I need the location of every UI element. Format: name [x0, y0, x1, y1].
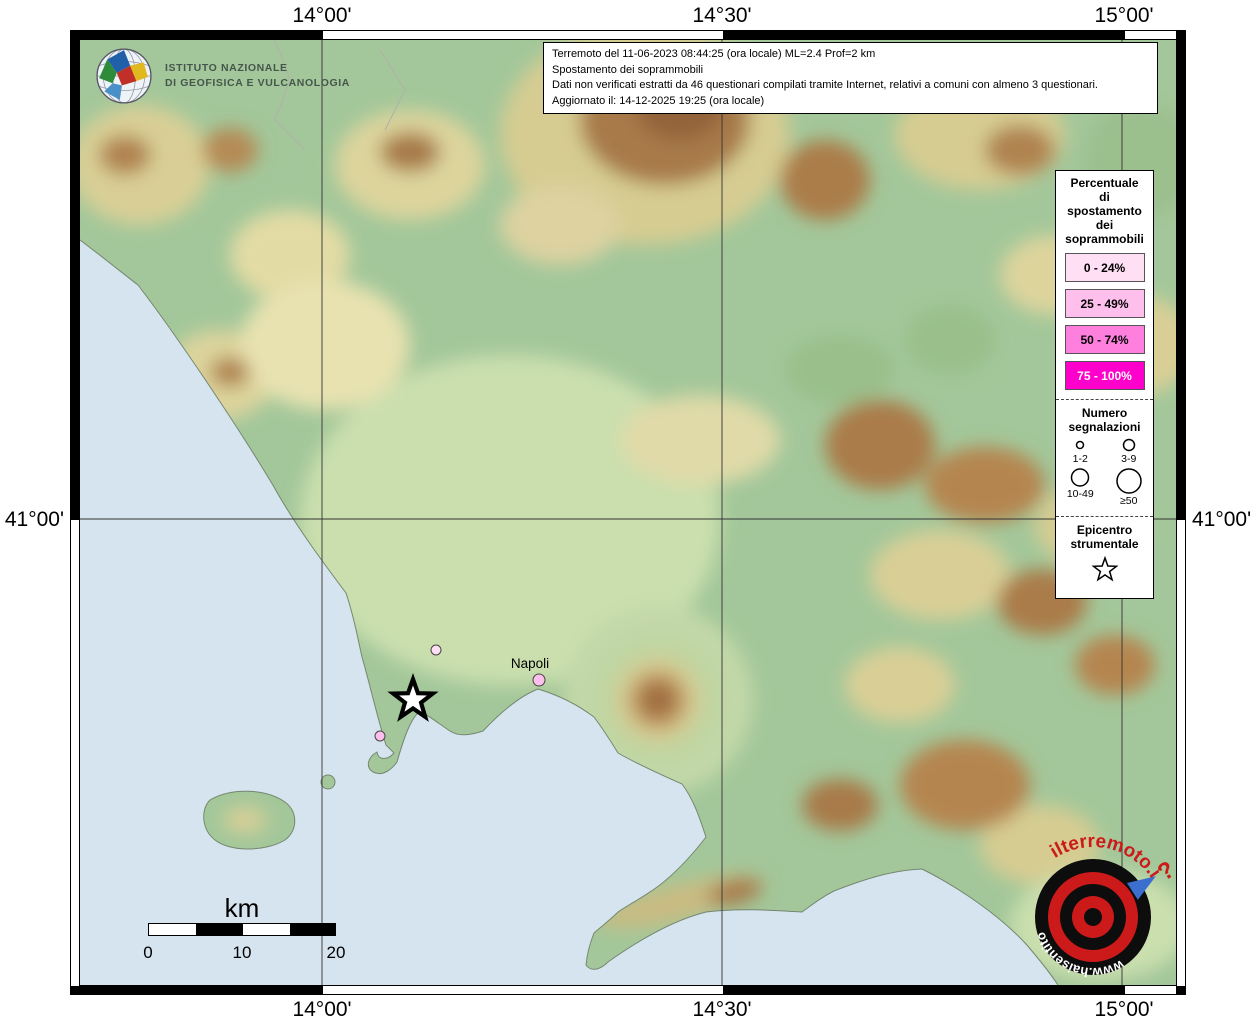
scale-bar-segments: [148, 923, 336, 936]
felt-report-dot: [533, 674, 545, 686]
signal-size-circle-icon: [1063, 467, 1097, 488]
lon-label-bottom-1430: 14°30': [692, 998, 751, 1022]
signal-size-item: 10-49: [1056, 467, 1105, 507]
question-mark-icon: ?: [1153, 856, 1180, 887]
legend-class-swatch: 25 - 49%: [1065, 289, 1145, 318]
legend-signal-sizes: 1-2 3-9 10-49 ≥50: [1056, 437, 1153, 507]
legend-class-swatch: 75 - 100%: [1065, 361, 1145, 390]
signal-size-circle-icon: [1063, 437, 1097, 453]
legend-epicenter-star-icon: [1088, 555, 1122, 585]
scale-tick-0: 0: [143, 943, 152, 963]
felt-report-dot: [375, 731, 385, 741]
signal-size-label: ≥50: [1120, 495, 1137, 507]
event-info-line-2: Spostamento dei soprammobili: [552, 63, 1149, 79]
lat-label-left-4100: 41°00': [0, 508, 64, 532]
lon-label-top-1430: 14°30': [692, 4, 751, 28]
legend-box: Percentuale di spostamento dei soprammob…: [1055, 170, 1154, 599]
signal-size-item: 3-9: [1105, 437, 1154, 465]
legend-class-swatch: 0 - 24%: [1065, 253, 1145, 282]
scale-tick-20: 20: [327, 943, 346, 963]
signal-size-circle-icon: [1112, 437, 1146, 453]
event-info-line-4: Aggiornato il: 14-12-2025 19:25 (ora loc…: [552, 94, 1149, 110]
signal-size-label: 1-2: [1073, 453, 1088, 465]
legend-percent-title: Percentuale di spostamento dei soprammob…: [1056, 176, 1153, 246]
event-info-box: Terremoto del 11-06-2023 08:44:25 (ora l…: [543, 42, 1158, 114]
lon-label-top-1400: 14°00': [292, 4, 351, 28]
ingv-globe-icon: [95, 47, 153, 105]
macroseismic-map-page: Napoli 14°00' 14°30' 15°00' 14°00' 14°30…: [0, 0, 1256, 1024]
ingv-name-line-1: ISTITUTO NAZIONALE: [165, 61, 350, 76]
map-frame-left: [70, 30, 80, 995]
event-info-line-3: Dati non verificati estratti da 46 quest…: [552, 78, 1149, 94]
legend-signals-title: Numero segnalazioni: [1056, 406, 1153, 434]
haisentitoilterremoto-logo: ilterremoto.it www.haisentito ?: [998, 822, 1188, 1017]
legend-class-swatch: 50 - 74%: [1065, 325, 1145, 354]
lat-label-right-4100: 41°00': [1192, 508, 1251, 532]
ingv-name-line-2: DI GEOFISICA E VULCANOLOGIA: [165, 76, 350, 91]
map-frame-top: [70, 30, 1186, 40]
event-info-line-1: Terremoto del 11-06-2023 08:44:25 (ora l…: [552, 47, 1149, 63]
legend-separator: [1056, 399, 1153, 400]
signal-size-item: 1-2: [1056, 437, 1105, 465]
signal-size-circle-icon: [1112, 467, 1146, 495]
legend-class-list: 0 - 24% 25 - 49% 50 - 74% 75 - 100%: [1056, 253, 1153, 390]
signal-size-label: 10-49: [1067, 488, 1094, 500]
legend-separator: [1056, 516, 1153, 517]
scale-tick-10: 10: [233, 943, 252, 963]
scale-bar-unit: km: [225, 893, 260, 924]
lon-label-bottom-1400: 14°00': [292, 998, 351, 1022]
signal-size-item: ≥50: [1105, 467, 1154, 507]
lon-label-top-1500: 15°00': [1094, 4, 1153, 28]
signal-size-label: 3-9: [1121, 453, 1136, 465]
legend-epicenter-title: Epicentro strumentale: [1056, 523, 1153, 551]
felt-report-dot: [431, 645, 441, 655]
city-label-napoli: Napoli: [511, 656, 549, 671]
ingv-logo: ISTITUTO NAZIONALE DI GEOFISICA E VULCAN…: [95, 47, 350, 105]
